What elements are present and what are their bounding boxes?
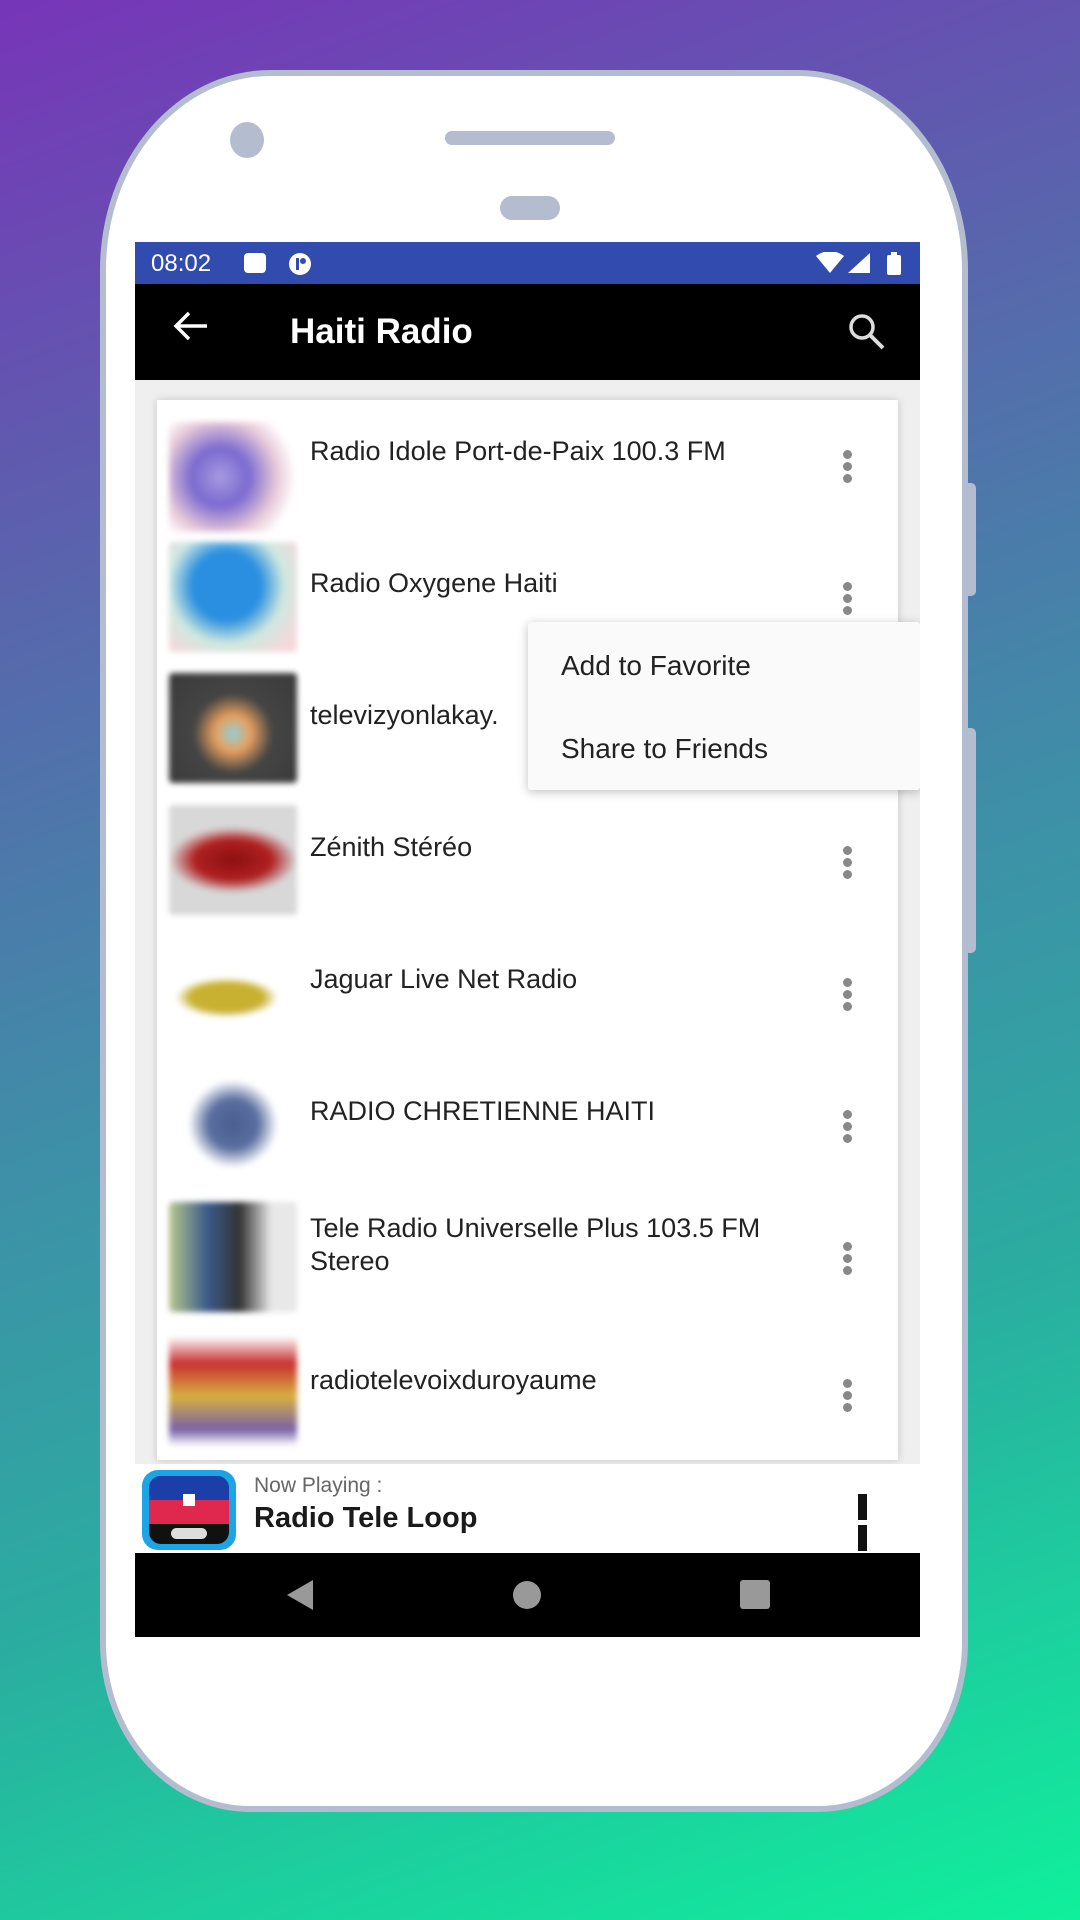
station-name: Tele Radio Universelle Plus 103.5 FM Ste… (310, 1213, 761, 1276)
notification-app-icon (287, 252, 313, 281)
station-name: Zénith Stéréo (310, 832, 473, 862)
station-logo (169, 542, 297, 652)
signal-icon (847, 252, 871, 279)
station-logo (169, 805, 297, 915)
station-list: Radio Idole Port-de-Paix 100.3 FM Radio … (157, 400, 898, 1460)
list-item[interactable]: Zénith Stéréo (157, 796, 898, 928)
status-bar: 08:02 (135, 242, 920, 284)
more-options-icon[interactable] (841, 450, 853, 486)
station-name: Radio Idole Port-de-Paix 100.3 FM (310, 436, 726, 466)
app-toolbar: Haiti Radio (135, 284, 920, 380)
sd-card-icon (243, 252, 267, 279)
station-logo (169, 1202, 297, 1312)
proximity-sensor (500, 196, 560, 220)
station-name: Jaguar Live Net Radio (310, 964, 578, 994)
list-item[interactable]: Radio Idole Port-de-Paix 100.3 FM (157, 400, 898, 532)
more-options-icon[interactable] (841, 978, 853, 1014)
now-playing-title: Radio Tele Loop (254, 1502, 478, 1534)
now-playing-label: Now Playing : (254, 1474, 383, 1497)
menu-item-share-to-friends[interactable]: Share to Friends (561, 733, 768, 765)
context-menu: Add to Favorite Share to Friends (528, 622, 920, 790)
station-logo (169, 673, 297, 783)
arrow-left-icon[interactable] (171, 306, 211, 357)
now-playing-bar[interactable]: Now Playing : Radio Tele Loop (135, 1464, 920, 1553)
menu-item-add-to-favorite[interactable]: Add to Favorite (561, 650, 751, 682)
battery-icon (887, 252, 901, 281)
more-options-icon[interactable] (841, 846, 853, 882)
station-name: radiotelevoixduroyaume (310, 1365, 597, 1395)
search-icon[interactable] (845, 310, 889, 354)
home-nav-icon[interactable] (512, 1579, 542, 1616)
recents-nav-icon[interactable] (739, 1579, 771, 1616)
list-item[interactable]: Tele Radio Universelle Plus 103.5 FM Ste… (157, 1192, 898, 1324)
list-item[interactable]: radiotelevoixduroyaume (157, 1324, 898, 1456)
station-logo (169, 1336, 297, 1446)
station-logo (169, 1069, 297, 1179)
station-artwork-icon (142, 1470, 236, 1550)
app-screen: 08:02 Haiti Radio Radio Idole Port-de-Pa… (135, 242, 920, 1637)
page-title: Haiti Radio (290, 312, 473, 351)
station-name: RADIO CHRETIENNE HAITI (310, 1096, 656, 1126)
system-nav-bar (135, 1553, 920, 1637)
earpiece-speaker (445, 131, 615, 145)
station-logo (169, 422, 297, 532)
station-name: Radio Oxygene Haiti (310, 568, 558, 598)
more-options-icon[interactable] (841, 582, 853, 618)
list-item[interactable]: RADIO CHRETIENNE HAITI (157, 1060, 898, 1192)
pause-icon[interactable] (858, 1494, 886, 1551)
status-time: 08:02 (151, 250, 212, 277)
more-options-icon[interactable] (841, 1110, 853, 1146)
more-options-icon[interactable] (841, 1379, 853, 1415)
list-item[interactable]: Jaguar Live Net Radio (157, 928, 898, 1060)
back-nav-icon[interactable] (285, 1579, 315, 1616)
wifi-icon (815, 251, 845, 279)
more-options-icon[interactable] (841, 1242, 853, 1278)
front-camera (230, 122, 264, 158)
station-logo (169, 937, 297, 1047)
